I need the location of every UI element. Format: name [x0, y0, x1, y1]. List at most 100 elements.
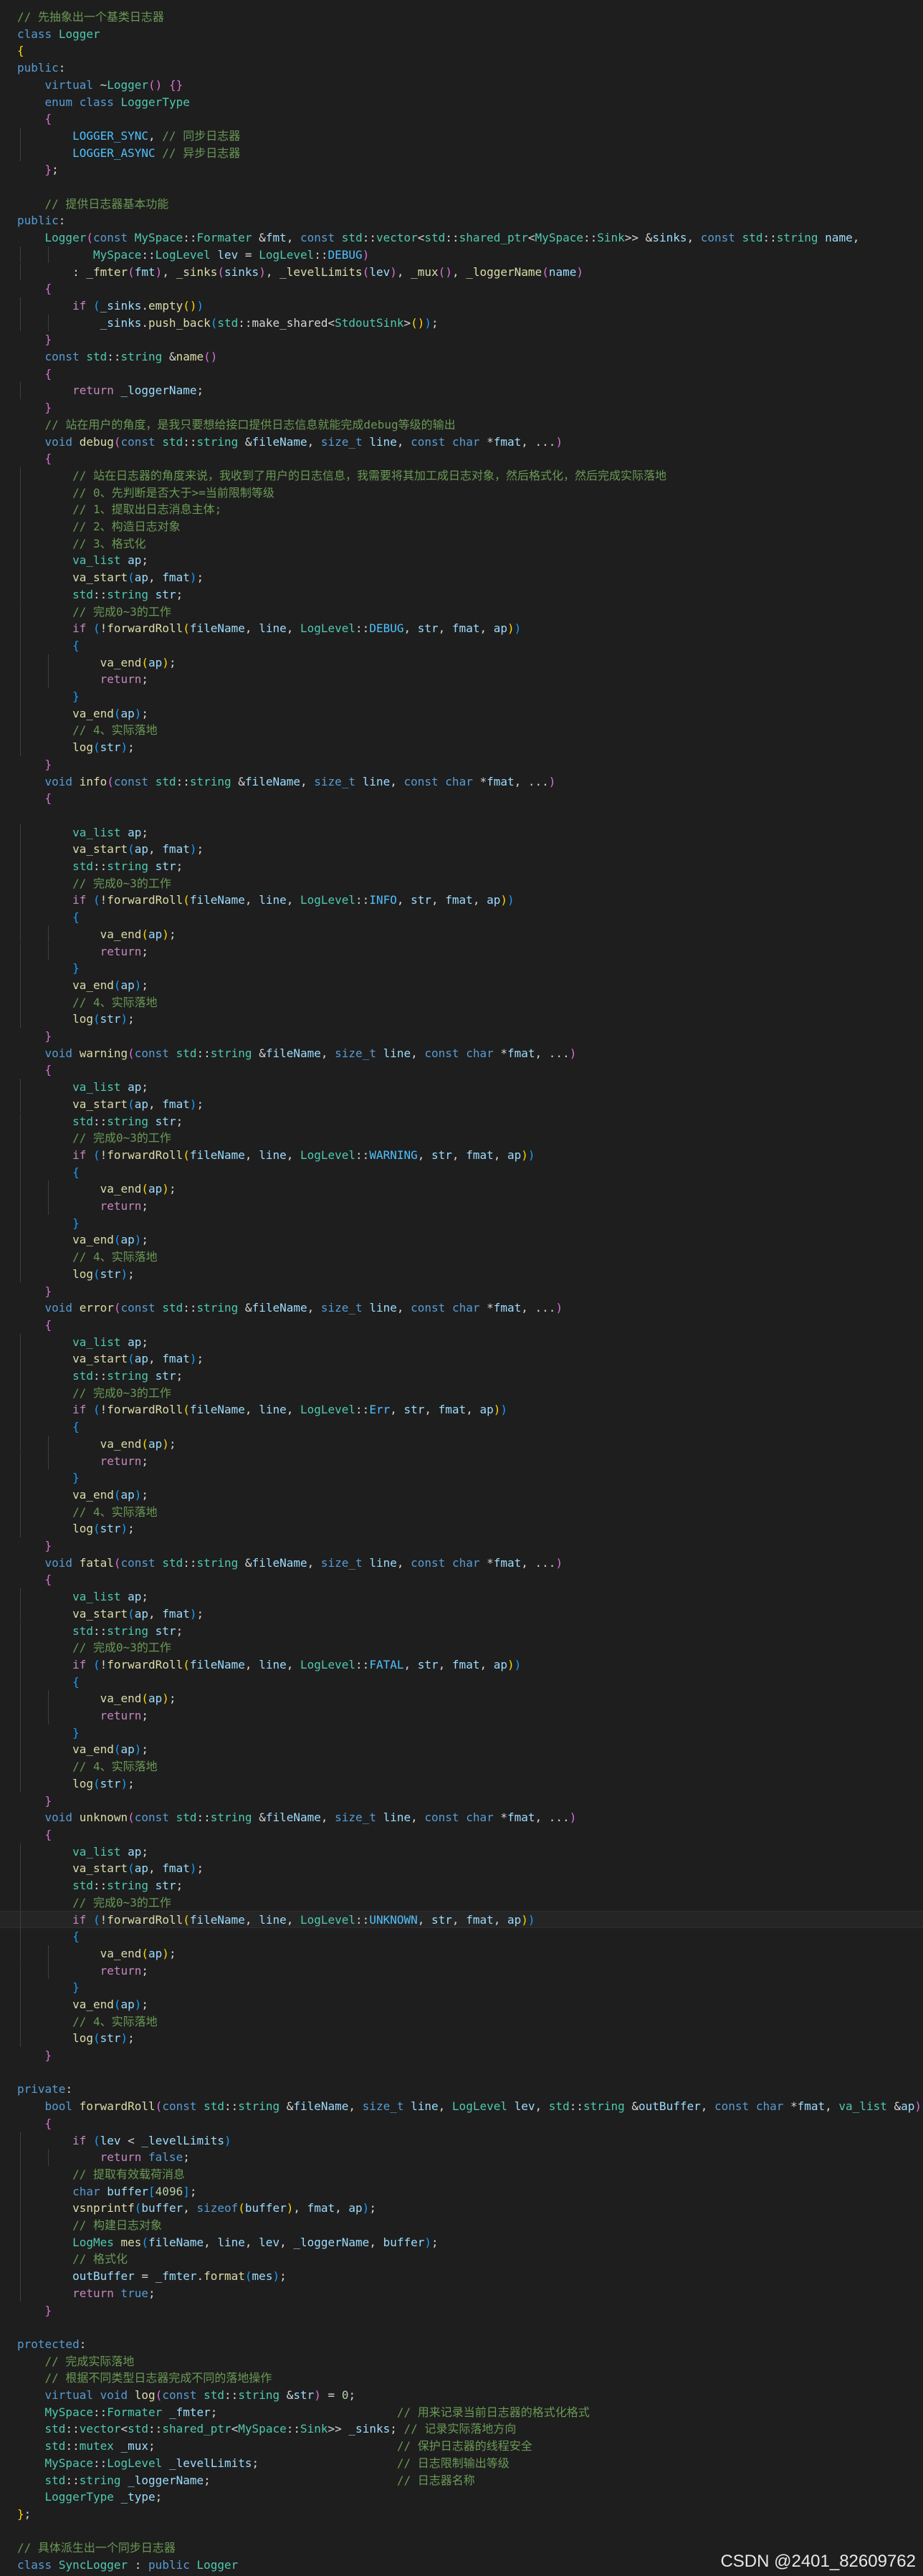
- code-line[interactable]: }: [0, 1724, 923, 1742]
- code-line[interactable]: va_end(ap);: [0, 1945, 923, 1962]
- code-line[interactable]: return;: [0, 1962, 923, 1980]
- code-line[interactable]: va_end(ap);: [0, 1690, 923, 1707]
- code-line[interactable]: {: [0, 1418, 923, 1436]
- code-line[interactable]: }: [0, 1469, 923, 1487]
- code-line[interactable]: }: [0, 399, 923, 416]
- code-line[interactable]: std::string str;: [0, 858, 923, 875]
- code-line[interactable]: {: [0, 366, 923, 383]
- code-line[interactable]: return false;: [0, 2149, 923, 2166]
- code-line[interactable]: return;: [0, 671, 923, 688]
- code-line[interactable]: // 根据不同类型日志器完成不同的落地操作: [0, 2370, 923, 2387]
- code-line[interactable]: va_list ap;: [0, 1588, 923, 1606]
- code-line[interactable]: va_start(ap, fmat);: [0, 569, 923, 586]
- code-line[interactable]: return;: [0, 1452, 923, 1470]
- code-line[interactable]: va_end(ap);: [0, 1180, 923, 1198]
- code-line[interactable]: // 3、格式化: [0, 535, 923, 553]
- code-line[interactable]: // 格式化: [0, 2251, 923, 2269]
- code-line[interactable]: // 4、实际落地: [0, 1758, 923, 1775]
- code-line[interactable]: class Logger: [0, 26, 923, 43]
- code-line[interactable]: MySpace::Formater _fmter; // 用来记录当前日志器的格…: [0, 2404, 923, 2421]
- code-line[interactable]: return _loggerName;: [0, 382, 923, 400]
- code-line[interactable]: void unknown(const std::string &fileName…: [0, 1809, 923, 1826]
- code-line[interactable]: {: [0, 1062, 923, 1079]
- code-line[interactable]: va_start(ap, fmat);: [0, 1350, 923, 1368]
- code-line[interactable]: return true;: [0, 2284, 923, 2302]
- code-line[interactable]: protected:: [0, 2336, 923, 2353]
- code-line[interactable]: va_end(ap);: [0, 1231, 923, 1249]
- code-line[interactable]: std::mutex _mux; // 保护日志器的线程安全: [0, 2438, 923, 2455]
- code-line[interactable]: return;: [0, 1198, 923, 1215]
- code-line[interactable]: LOGGER_ASYNC // 异步日志器: [0, 144, 923, 162]
- code-line[interactable]: return;: [0, 943, 923, 960]
- code-line[interactable]: virtual ~Logger() {}: [0, 77, 923, 94]
- code-line[interactable]: // 完成0~3的工作: [0, 874, 923, 892]
- code-line[interactable]: [0, 2319, 923, 2336]
- code-line[interactable]: std::string str;: [0, 1622, 923, 1640]
- code-line[interactable]: }: [0, 1214, 923, 1232]
- code-line[interactable]: if (!forwardRoll(fileName, line, LogLeve…: [0, 892, 923, 910]
- code-line[interactable]: void debug(const std::string &fileName, …: [0, 434, 923, 451]
- code-line[interactable]: {: [0, 1163, 923, 1181]
- code-line[interactable]: // 完成0~3的工作: [0, 1384, 923, 1402]
- code-line[interactable]: va_list ap;: [0, 1843, 923, 1861]
- code-line[interactable]: }: [0, 1793, 923, 1810]
- code-line[interactable]: if (!forwardRoll(fileName, line, LogLeve…: [0, 1911, 923, 1929]
- code-line[interactable]: {: [0, 110, 923, 128]
- code-line[interactable]: std::string _loggerName; // 日志器名称: [0, 2472, 923, 2489]
- code-line[interactable]: [0, 2064, 923, 2081]
- code-line[interactable]: {: [0, 450, 923, 467]
- code-line[interactable]: public:: [0, 59, 923, 77]
- code-line[interactable]: if (!forwardRoll(fileName, line, LogLeve…: [0, 1656, 923, 1674]
- code-line[interactable]: // 4、实际落地: [0, 1249, 923, 1266]
- code-line[interactable]: void warning(const std::string &fileName…: [0, 1045, 923, 1062]
- code-line[interactable]: // 站在日志器的角度来说，我收到了用户的日志信息，我需要将其加工成日志对象，然…: [0, 467, 923, 485]
- code-editor[interactable]: // 先抽象出一个基类日志器 class Logger {public: virtu…: [0, 0, 923, 2576]
- code-line[interactable]: [0, 807, 923, 824]
- code-line[interactable]: // 提取有效载荷消息: [0, 2165, 923, 2183]
- code-line[interactable]: }: [0, 2047, 923, 2064]
- code-line[interactable]: {: [0, 1571, 923, 1588]
- code-line[interactable]: void fatal(const std::string &fileName, …: [0, 1555, 923, 1572]
- code-line[interactable]: {: [0, 42, 923, 59]
- code-line[interactable]: va_list ap;: [0, 824, 923, 841]
- code-line[interactable]: LoggerType _type;: [0, 2489, 923, 2506]
- code-line[interactable]: const std::string &name(): [0, 348, 923, 366]
- code-line[interactable]: // 构建日志对象: [0, 2217, 923, 2234]
- code-line[interactable]: {: [0, 790, 923, 807]
- code-line[interactable]: // 站在用户的角度，是我只要想给接口提供日志信息就能完成debug等级的输出: [0, 416, 923, 434]
- code-line[interactable]: char buffer[4096];: [0, 2183, 923, 2200]
- code-line[interactable]: va_end(ap);: [0, 654, 923, 672]
- code-line[interactable]: {: [0, 2115, 923, 2132]
- code-line[interactable]: if (lev < _levelLimits): [0, 2132, 923, 2150]
- code-line[interactable]: // 完成实际落地: [0, 2353, 923, 2370]
- code-line[interactable]: void info(const std::string &fileName, s…: [0, 773, 923, 791]
- code-line[interactable]: va_list ap;: [0, 1333, 923, 1351]
- code-line[interactable]: LOGGER_SYNC, // 同步日志器: [0, 127, 923, 145]
- code-line[interactable]: // 提供日志器基本功能: [0, 196, 923, 213]
- code-line[interactable]: MySpace::LogLevel lev = LogLevel::DEBUG): [0, 246, 923, 264]
- code-line[interactable]: }: [0, 2302, 923, 2319]
- code-line[interactable]: va_end(ap);: [0, 1741, 923, 1759]
- code-line[interactable]: // 完成0~3的工作: [0, 1894, 923, 1912]
- code-line[interactable]: if (!forwardRoll(fileName, line, LogLeve…: [0, 1401, 923, 1419]
- code-line[interactable]: va_start(ap, fmat);: [0, 841, 923, 858]
- code-line[interactable]: public:: [0, 212, 923, 229]
- code-line[interactable]: outBuffer = _fmter.format(mes);: [0, 2268, 923, 2285]
- code-line[interactable]: [0, 2523, 923, 2540]
- code-line[interactable]: };: [0, 161, 923, 178]
- code-line[interactable]: if (!forwardRoll(fileName, line, LogLeve…: [0, 1146, 923, 1164]
- code-line[interactable]: return;: [0, 1707, 923, 1725]
- code-line[interactable]: // 完成0~3的工作: [0, 603, 923, 621]
- code-line[interactable]: enum class LoggerType: [0, 94, 923, 111]
- code-line[interactable]: virtual void log(const std::string &str)…: [0, 2387, 923, 2404]
- code-line[interactable]: }: [0, 756, 923, 773]
- code-line[interactable]: {: [0, 1826, 923, 1843]
- code-line[interactable]: }: [0, 1283, 923, 1300]
- code-line[interactable]: void error(const std::string &fileName, …: [0, 1299, 923, 1317]
- code-line[interactable]: va_end(ap);: [0, 976, 923, 994]
- code-line[interactable]: }: [0, 688, 923, 705]
- code-line[interactable]: va_end(ap);: [0, 1435, 923, 1453]
- code-line[interactable]: }: [0, 960, 923, 977]
- code-line[interactable]: // 4、实际落地: [0, 722, 923, 740]
- code-line[interactable]: va_list ap;: [0, 1079, 923, 1096]
